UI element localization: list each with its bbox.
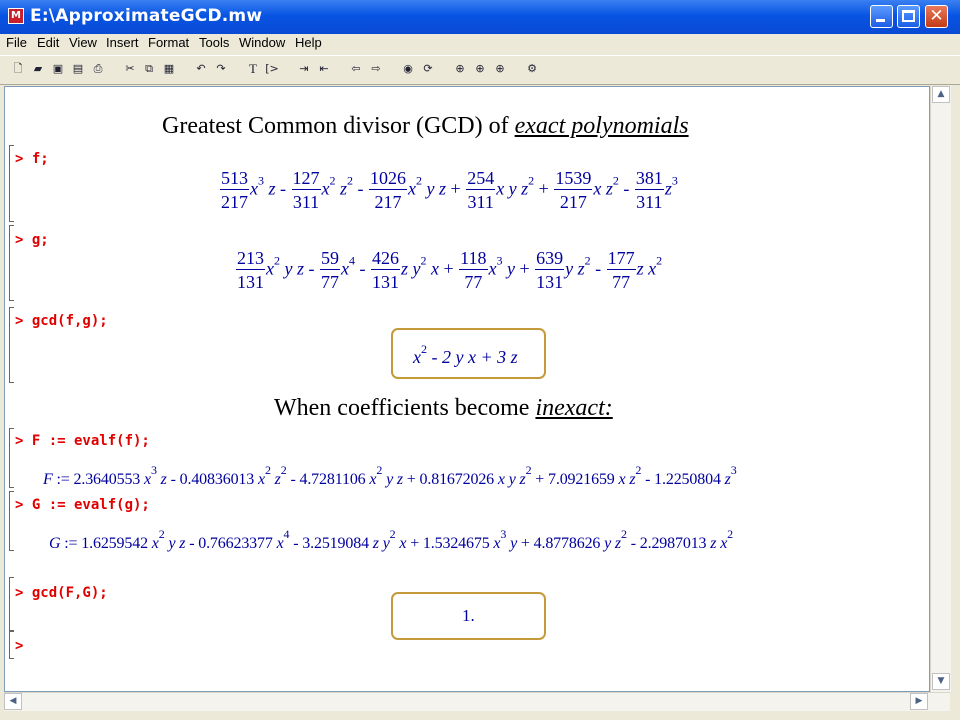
scroll-down-button[interactable]: ▼ [932, 673, 950, 690]
text-icon[interactable]: T [245, 61, 261, 77]
window-title: E:\ApproximateGCD.mw [30, 6, 263, 26]
gcd-inexact-result: 1. [462, 606, 475, 625]
indent-icon[interactable]: ⇥ [296, 61, 312, 77]
worksheet[interactable]: Greatest Common divisor (GCD) of exact p… [4, 86, 930, 692]
copy-icon[interactable]: ⧉ [141, 61, 157, 77]
vertical-scrollbar[interactable]: ▲ ▼ [930, 86, 951, 692]
stop-icon[interactable]: ◉ [400, 61, 416, 77]
input-G[interactable]: > G := evalf(g); [15, 497, 150, 513]
input-empty-prompt[interactable]: > [15, 638, 23, 654]
gcd-inexact-result-box: 1. [391, 592, 546, 640]
help-icon[interactable]: ⚙ [524, 61, 540, 77]
input-g[interactable]: > g; [15, 232, 49, 248]
maple-icon[interactable]: M [8, 8, 24, 24]
toolbar: 🗋 ▰ ▣ ▤ ⎙ ✂ ⧉ ▦ ↶ ↷ T [> ⇥ ⇤ ⇦ ⇨ ◉ ⟳ ⊕ ⊕… [0, 55, 960, 85]
print-icon[interactable]: ⎙ [90, 61, 106, 77]
title-bar[interactable]: M E:\ApproximateGCD.mw ✕ [0, 0, 960, 34]
heading-inexact: When coefficients become inexact: [274, 395, 613, 421]
outdent-icon[interactable]: ⇤ [316, 61, 332, 77]
zoom-100-icon[interactable]: ⊕ [452, 61, 468, 77]
execution-group-bracket[interactable] [9, 631, 14, 659]
new-icon[interactable]: 🗋 [10, 61, 26, 77]
menu-format[interactable]: Format [148, 35, 189, 50]
execution-group-bracket[interactable] [9, 307, 14, 383]
gcd-exact-result-box: x2 - 2 y x + 3 z [391, 328, 546, 379]
input-gcd-fg[interactable]: > gcd(f,g); [15, 313, 108, 329]
gcd-exact-result: x2 - 2 y x + 3 z [413, 342, 518, 367]
heading-exact: Greatest Common divisor (GCD) of exact p… [162, 113, 689, 139]
menu-view[interactable]: View [69, 35, 97, 50]
output-f: 513 217 x3 z - 127 311 x2 z2 - 1026 217 x2 y z… [220, 168, 678, 212]
save-icon[interactable]: ▣ [50, 61, 66, 77]
zoom-150-icon[interactable]: ⊕ [472, 61, 488, 77]
minimize-icon [876, 19, 885, 22]
execution-group-bracket[interactable] [9, 145, 14, 222]
menu-file[interactable]: File [6, 35, 27, 50]
back-icon[interactable]: ⇦ [348, 61, 364, 77]
execution-group-bracket[interactable] [9, 577, 14, 631]
menu-tools[interactable]: Tools [199, 35, 229, 50]
minimize-button[interactable] [870, 5, 893, 28]
prompt-icon[interactable]: [> [264, 61, 280, 77]
menu-bar: File Edit View Insert Format Tools Windo… [0, 34, 960, 54]
undo-icon[interactable]: ↶ [193, 61, 209, 77]
input-gcd-FG[interactable]: > gcd(F,G); [15, 585, 108, 601]
output-G: G := 1.6259542 x2 y z - 0.76623377 x4 - … [49, 527, 734, 552]
save-all-icon[interactable]: ▤ [70, 61, 86, 77]
horizontal-scrollbar[interactable]: ◀ ▶ [4, 692, 950, 711]
maple-window: M E:\ApproximateGCD.mw ✕ File Edit View … [0, 0, 960, 720]
input-F[interactable]: > F := evalf(f); [15, 433, 150, 449]
maximize-icon [902, 10, 915, 22]
scroll-right-button[interactable]: ▶ [910, 693, 928, 710]
output-g: 213 131 x2 y z - 59 77 x4 - 426 131 z y2 x + 1… [236, 248, 663, 292]
execution-group-bracket[interactable] [9, 428, 14, 488]
close-button[interactable]: ✕ [925, 5, 948, 28]
menu-edit[interactable]: Edit [37, 35, 59, 50]
paste-icon[interactable]: ▦ [161, 61, 177, 77]
execution-group-bracket[interactable] [9, 491, 14, 551]
menu-window[interactable]: Window [239, 35, 285, 50]
scroll-up-button[interactable]: ▲ [932, 86, 950, 103]
cut-icon[interactable]: ✂ [122, 61, 138, 77]
zoom-200-icon[interactable]: ⊕ [492, 61, 508, 77]
maximize-button[interactable] [897, 5, 920, 28]
menu-help[interactable]: Help [295, 35, 322, 50]
redo-icon[interactable]: ↷ [213, 61, 229, 77]
input-f[interactable]: > f; [15, 151, 49, 167]
open-icon[interactable]: ▰ [30, 61, 46, 77]
scroll-left-button[interactable]: ◀ [4, 693, 22, 710]
execution-group-bracket[interactable] [9, 225, 14, 301]
close-icon: ✕ [929, 6, 944, 26]
forward-icon[interactable]: ⇨ [368, 61, 384, 77]
restart-icon[interactable]: ⟳ [420, 61, 436, 77]
menu-insert[interactable]: Insert [106, 35, 139, 50]
output-F: F := 2.3640553 x3 z - 0.40836013 x2 z2 -… [43, 463, 737, 488]
